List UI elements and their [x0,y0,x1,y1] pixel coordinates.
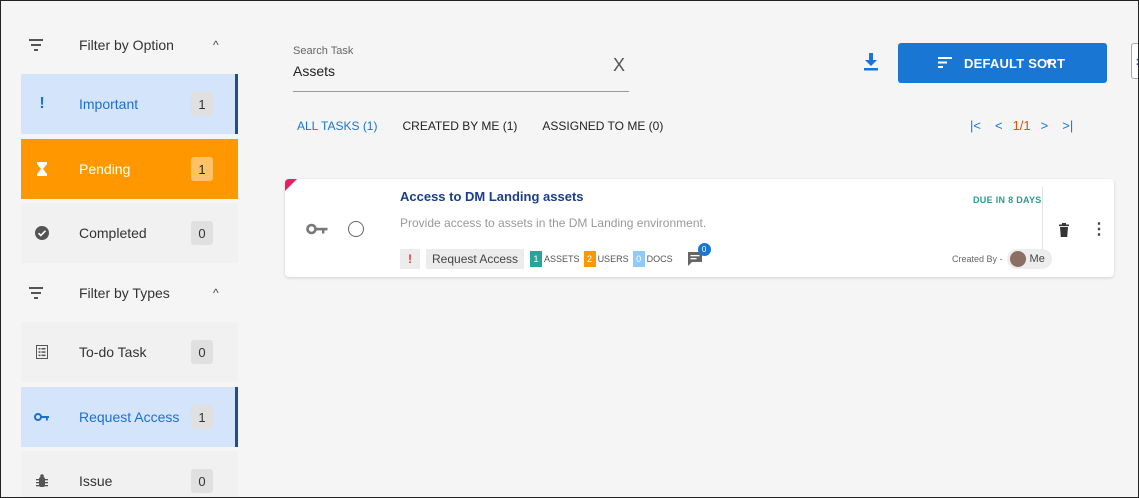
task-title[interactable]: Access to DM Landing assets [400,189,584,204]
assets-count: 1 [530,251,543,267]
download-icon[interactable] [863,53,879,71]
sort-icon [938,57,952,68]
task-description: Provide access to assets in the DM Landi… [400,216,707,230]
side-panel-toggle[interactable]: : [1131,43,1138,79]
avatar [1009,251,1026,267]
filter-by-option-header[interactable]: Filter by Option ^ [1,15,247,75]
search-input[interactable] [293,63,573,79]
default-sort-button[interactable]: DEFAULT SORT ▼ [898,43,1107,83]
filter-item-label: Completed [79,225,147,241]
check-circle-icon [34,225,50,241]
main-panel: Search Task X DEFAULT SORT ▼ : ALL TASKS… [247,1,1138,497]
filter-item-pending[interactable]: Pending 1 [21,139,238,199]
comment-count-badge: 0 [697,243,711,256]
filter-by-types-header[interactable]: Filter by Types ^ [1,263,247,323]
page-indicator: 1/1 [1012,118,1031,133]
users-chip: 2 USERS [583,251,629,267]
search-task-label: Search Task [293,45,354,57]
filter-icon [29,39,43,51]
filter-item-todo-task[interactable]: To-do Task 0 [21,322,238,382]
trash-icon[interactable] [1059,223,1069,237]
prev-page-button[interactable]: < [995,118,1003,133]
last-page-button[interactable]: >| [1062,118,1073,133]
exclamation-icon: ! [39,95,45,112]
filter-by-types-title: Filter by Types [79,285,170,301]
docs-chip: 0 DOCS [632,251,673,267]
tab-created-by-me[interactable]: CREATED BY ME (1) [402,119,517,135]
app-frame: Filter by Option ^ ! Important 1 Pending… [0,0,1139,498]
task-tags: ! Request Access 1 ASSETS 2 USERS 0 DOCS… [400,243,711,269]
priority-tag: ! [400,249,420,269]
more-options-icon[interactable]: ⋮ [1091,219,1107,239]
filter-item-completed[interactable]: Completed 0 [21,203,238,263]
hourglass-icon [34,161,50,177]
creator-name: Me [1029,253,1045,265]
list-icon [34,344,50,360]
sidebar: Filter by Option ^ ! Important 1 Pending… [1,1,247,497]
bug-icon [34,473,50,489]
users-label: USERS [597,254,629,264]
filter-item-issue[interactable]: Issue 0 [21,451,238,497]
filter-item-label: Important [79,96,139,112]
created-by-label: Created By - [952,254,1003,264]
users-count: 2 [583,251,596,267]
first-page-button[interactable]: |< [970,118,981,133]
filter-item-label: Issue [79,473,113,489]
filter-item-label: To-do Task [79,344,147,360]
filter-item-label: Pending [79,161,131,177]
task-type-tag: Request Access [426,249,525,269]
comments-button[interactable]: 0 [687,243,711,267]
filter-item-important[interactable]: ! Important 1 [21,74,238,134]
filter-icon [29,287,43,299]
tab-assigned-to-me[interactable]: ASSIGNED TO ME (0) [542,119,663,135]
task-card[interactable]: Access to DM Landing assets Provide acce… [285,179,1114,277]
next-page-button[interactable]: > [1041,118,1049,133]
key-icon [306,223,328,235]
docs-label: DOCS [646,254,673,264]
created-by: Created By - Me [952,249,1052,269]
count-badge: 1 [191,92,213,116]
count-badge: 0 [191,469,213,493]
pagination: |< < 1/1 > >| [970,118,1073,133]
search-task-field[interactable]: Search Task X [293,45,629,92]
filter-by-option-title: Filter by Option [79,37,174,53]
assets-label: ASSETS [544,254,580,264]
chevron-up-icon[interactable]: ^ [213,286,219,300]
tab-all-tasks[interactable]: ALL TASKS (1) [297,119,377,135]
due-date-label: DUE IN 8 DAYS [973,195,1042,205]
creator-chip[interactable]: Me [1006,249,1052,269]
complete-task-checkbox[interactable] [348,221,364,237]
key-icon [34,409,50,425]
priority-corner-marker [285,179,297,191]
docs-count: 0 [632,251,645,267]
count-badge: 0 [191,221,213,245]
filter-item-label: Request Access [79,409,180,425]
count-badge: 1 [191,405,213,429]
task-tabs: ALL TASKS (1) CREATED BY ME (1) ASSIGNED… [297,119,688,135]
assets-chip: 1 ASSETS [530,251,580,267]
filter-item-request-access[interactable]: Request Access 1 [21,387,238,447]
clear-search-icon[interactable]: X [613,55,625,76]
count-badge: 1 [191,157,213,181]
count-badge: 0 [191,340,213,364]
chevron-up-icon[interactable]: ^ [213,38,219,52]
caret-down-icon: ▼ [1044,57,1054,69]
